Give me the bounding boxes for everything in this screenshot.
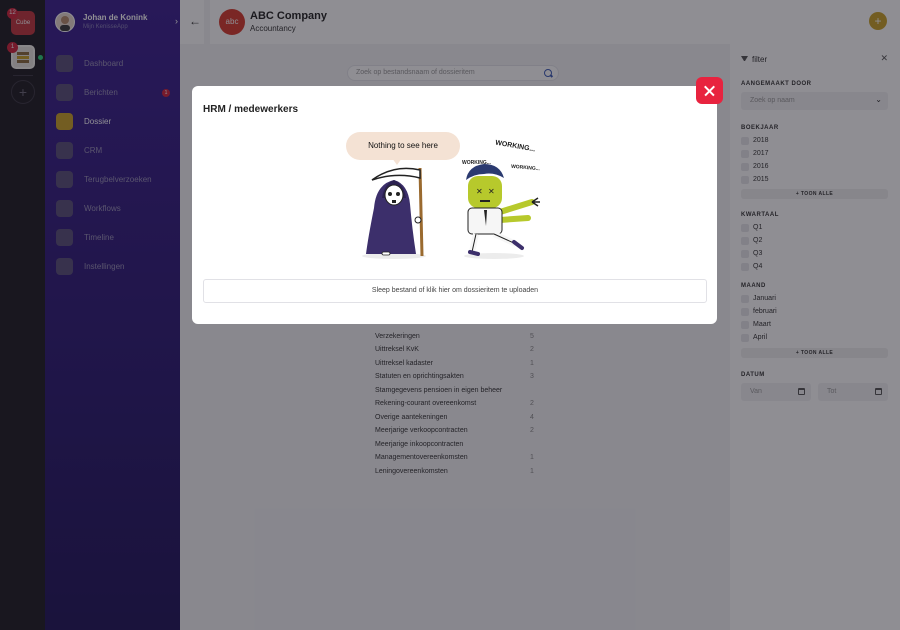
empty-state-modal: HRM / medewerkers Nothing to see here ✕ … xyxy=(192,86,717,324)
svg-text:✕: ✕ xyxy=(476,187,483,196)
modal-title: HRM / medewerkers xyxy=(203,104,299,115)
empty-state-illustration: Nothing to see here ✕ ✕ WORKING... WORKI… xyxy=(344,128,564,263)
svg-text:✕: ✕ xyxy=(488,187,495,196)
working-text-small: WORKING... xyxy=(462,160,491,166)
modal-close-button[interactable] xyxy=(696,77,723,104)
upload-dropzone[interactable]: Sleep bestand of klik hier om dossierite… xyxy=(203,279,707,303)
upload-dropzone-text: Sleep bestand of klik hier om dossierite… xyxy=(371,287,539,294)
